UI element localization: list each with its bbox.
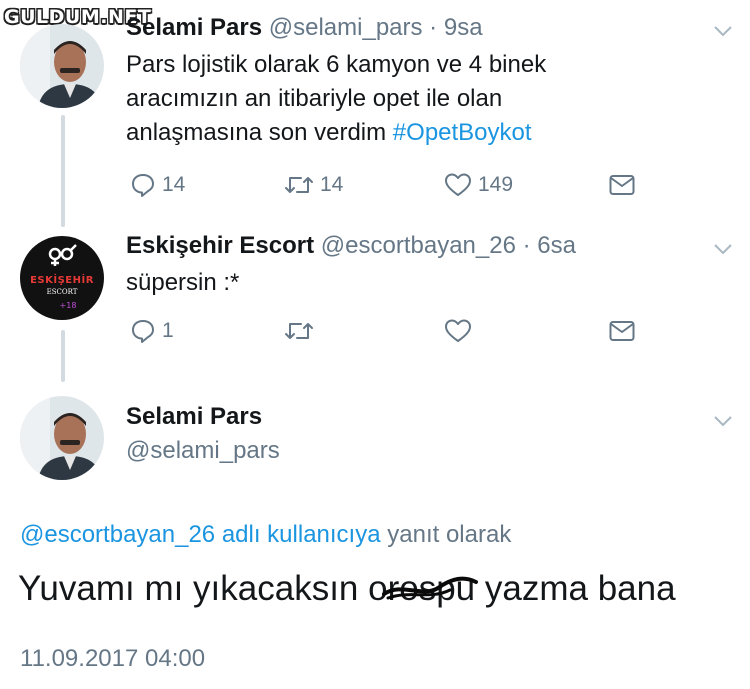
avatar-sub-text: ESCORT: [47, 288, 78, 296]
reply-count: 1: [162, 319, 174, 342]
like-count: 149: [478, 173, 514, 196]
reply-context-suffix: yanıt olarak: [380, 521, 512, 548]
reply-icon: [132, 320, 154, 343]
message-icon: [609, 321, 635, 341]
retweet-button[interactable]: 14: [284, 172, 343, 198]
chevron-down-icon[interactable]: [710, 408, 736, 434]
tweet-1-time[interactable]: 9sa: [444, 14, 483, 41]
tweet-1-header: Selami Pars @selami_pars · 9sa: [126, 14, 483, 41]
tweet-1-actions: 14 14 149: [126, 172, 646, 204]
tweet-1-display-name[interactable]: Selami Pars: [126, 14, 262, 41]
reply-mention-link[interactable]: @escortbayan_26 adlı kullanıcıya: [20, 521, 381, 548]
tweet-2-handle[interactable]: @escortbayan_26: [321, 232, 516, 259]
avatar-title-text: ESKİŞEHİR: [30, 272, 94, 286]
tweet-2-header: Eskişehir Escort @escortbayan_26 · 6sa: [126, 232, 576, 259]
avatar-logo: ESKİŞEHİR ESCORT +18: [20, 236, 104, 320]
like-icon: [445, 173, 471, 196]
tweet-1-line: anlaşmasına son verdim #OpetBoykot: [126, 119, 532, 146]
tweet-2-time[interactable]: 6sa: [537, 232, 576, 259]
like-icon: [445, 319, 471, 342]
reply-button[interactable]: 14: [130, 172, 185, 198]
avatar-selami-pars[interactable]: [20, 396, 104, 480]
avatar-eskisehir-escort[interactable]: ESKİŞEHİR ESCORT +18: [20, 236, 104, 320]
reply-count: 14: [162, 173, 186, 196]
avatar-photo: [20, 396, 104, 480]
tweet-2-actions: 1: [126, 318, 646, 350]
censor-scribble: [382, 576, 478, 600]
message-icon: [609, 175, 635, 195]
hashtag-link[interactable]: #OpetBoykot: [393, 119, 532, 146]
avatar-selami-pars[interactable]: [20, 24, 104, 108]
tweet-2-text: süpersin :*: [126, 269, 240, 296]
thread-line: [61, 115, 65, 227]
tweet-1-line: aracımızın an itibariyle opet ile olan: [126, 85, 503, 112]
message-button[interactable]: [608, 172, 636, 198]
like-button[interactable]: [444, 318, 472, 344]
retweet-count: 14: [320, 173, 344, 196]
reply-context: @escortbayan_26 adlı kullanıcıya yanıt o…: [20, 521, 511, 549]
chevron-down-icon[interactable]: [710, 236, 736, 262]
tweet-1-text: Pars lojistik olarak 6 kamyon ve 4 binek…: [126, 48, 546, 150]
retweet-icon: [285, 323, 313, 339]
avatar-photo: [20, 24, 104, 108]
focused-tweet-text: Yuvamı mı yıkacaksın orospu yazma bana: [18, 569, 676, 608]
chevron-down-icon[interactable]: [710, 18, 736, 44]
retweet-icon: [285, 177, 313, 193]
like-button[interactable]: 149: [444, 172, 513, 198]
focused-handle[interactable]: @selami_pars: [126, 437, 280, 465]
message-button[interactable]: [608, 318, 636, 344]
reply-button[interactable]: 1: [130, 318, 174, 344]
tweet-timestamp[interactable]: 11.09.2017 04:00: [20, 645, 205, 673]
tweet-2-display-name[interactable]: Eskişehir Escort: [126, 232, 314, 259]
tweet-1-line: Pars lojistik olarak 6 kamyon ve 4 binek: [126, 51, 547, 78]
focused-display-name[interactable]: Selami Pars: [126, 403, 262, 431]
avatar-badge-text: +18: [60, 301, 77, 310]
tweet-1-handle[interactable]: @selami_pars: [269, 14, 423, 41]
thread-line: [61, 330, 65, 382]
retweet-button[interactable]: [284, 318, 314, 344]
reply-icon: [132, 174, 154, 197]
